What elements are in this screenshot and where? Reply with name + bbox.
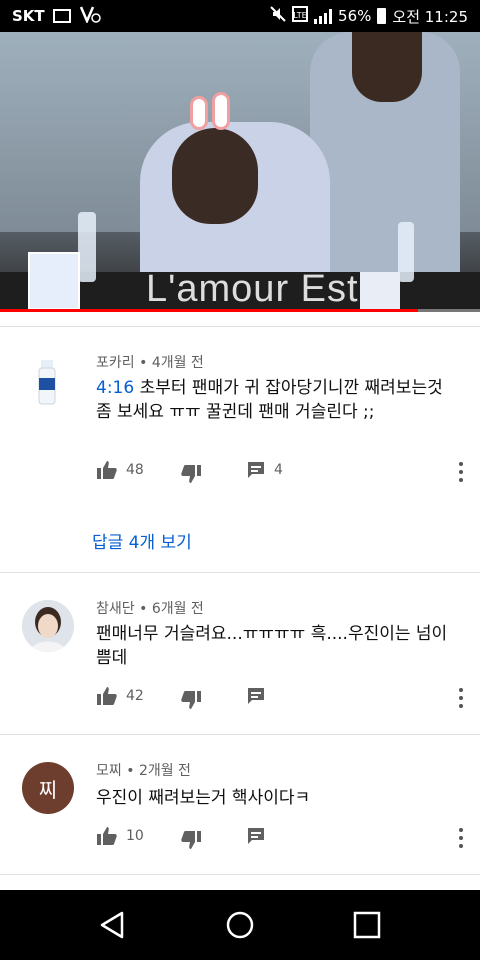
thumbs-up-icon [97, 827, 117, 845]
thumbs-up-icon [97, 687, 117, 705]
comment-meta: 참새단 • 6개월 전 [96, 601, 204, 617]
like-button[interactable]: 48 [96, 460, 144, 480]
gallery-icon [52, 9, 71, 23]
comment-age: 4개월 전 [151, 355, 204, 371]
dislike-button[interactable] [180, 464, 202, 484]
comment-text: 팬매너무 거슬려요...ㅠㅠㅠㅠ 흑....우진이는 넘이쁨데 [96, 624, 448, 668]
comment-author[interactable]: 참새단 [96, 601, 135, 617]
thumbs-up-icon [97, 461, 117, 479]
reply-button[interactable]: 4 [246, 460, 283, 480]
signal-icon [314, 8, 333, 24]
comment-item: 포카리 • 4개월 전 4:16 초부터 팬매가 귀 잡아당기니깐 째려보는것좀… [0, 326, 480, 572]
reply-button[interactable] [246, 826, 266, 846]
like-button[interactable]: 42 [96, 686, 144, 706]
comment-meta: 포카리 • 4개월 전 [96, 355, 204, 371]
divider [0, 874, 480, 875]
carrier-label: SKT [12, 7, 45, 25]
bunny-ear-left [190, 96, 208, 130]
comment-meta: 모찌 • 2개월 전 [96, 763, 191, 779]
video-progress-bar[interactable] [0, 309, 480, 312]
comment-body: 초부터 팬매가 귀 잡아당기니깐 째려보는것좀 보세요 ㅠㅠ 꿀귄데 팬매 거슬… [96, 378, 443, 422]
profile-photo-avatar[interactable] [22, 600, 74, 652]
tissue-box [360, 272, 400, 310]
like-button[interactable]: 10 [96, 826, 144, 846]
thumbs-down-icon [181, 691, 201, 709]
v-logo-icon [79, 5, 101, 27]
comment-actions: 10 [96, 826, 480, 856]
video-overlay-text: L'amour Est [146, 268, 359, 310]
recent-apps-icon[interactable] [350, 908, 384, 942]
comment-text: 우진이 째려보는거 핵사이다ㅋ [96, 788, 311, 808]
dislike-button[interactable] [180, 690, 202, 710]
reply-icon [248, 688, 264, 704]
battery-icon [377, 8, 387, 24]
lte-icon: LTE [292, 6, 309, 26]
svg-text:LTE: LTE [293, 11, 306, 20]
more-options-icon[interactable] [458, 688, 464, 710]
thumbs-down-icon [181, 831, 201, 849]
reply-button[interactable] [246, 686, 266, 706]
comment-author[interactable]: 모찌 [96, 763, 122, 779]
comment-author[interactable]: 포카리 [96, 355, 135, 371]
comment-actions: 48 4 [96, 460, 480, 490]
more-options-icon[interactable] [458, 462, 464, 484]
back-icon[interactable] [96, 908, 130, 942]
home-icon[interactable] [223, 908, 257, 942]
comment-text: 4:16 초부터 팬매가 귀 잡아당기니깐 째려보는것좀 보세요 ㅠㅠ 꿀귄데 … [96, 376, 456, 424]
avatar-letter: 찌 [38, 777, 58, 802]
battery-percent: 56% [338, 7, 372, 25]
thumbs-down-icon [181, 465, 201, 483]
more-options-icon[interactable] [458, 828, 464, 850]
timestamp-link[interactable]: 4:16 [96, 378, 134, 398]
reply-icon [248, 462, 264, 478]
reply-count: 4 [274, 462, 283, 478]
video-progress-fill [0, 309, 418, 312]
clock: 오전 11:25 [392, 7, 468, 26]
comment-actions: 42 [96, 686, 480, 716]
water-bottle [78, 212, 96, 282]
like-count: 42 [126, 688, 144, 704]
like-count: 48 [126, 462, 144, 478]
mute-icon [270, 6, 286, 26]
photo-card [28, 252, 80, 310]
comment-age: 6개월 전 [151, 601, 204, 617]
water-bottle [398, 222, 414, 282]
comment-item: 참새단 • 6개월 전 팬매너무 거슬려요...ㅠㅠㅠㅠ 흑....우진이는 넘… [0, 572, 480, 734]
video-person-head [352, 32, 422, 102]
status-bar: SKT LTE 56% 오전 11:25 [0, 0, 480, 32]
dislike-button[interactable] [180, 830, 202, 850]
video-player[interactable]: L'amour Est [0, 32, 480, 312]
view-replies-link[interactable]: 답글 4개 보기 [92, 528, 192, 553]
bunny-ear-right [212, 92, 230, 130]
pocari-bottle-icon[interactable] [22, 356, 74, 408]
reply-icon [248, 828, 264, 844]
comment-item: 찌 모찌 • 2개월 전 우진이 째려보는거 핵사이다ㅋ 10 [0, 734, 480, 874]
comment-age: 2개월 전 [138, 763, 191, 779]
system-navigation-bar [0, 890, 480, 960]
like-count: 10 [126, 828, 144, 844]
video-person-head-seated [172, 128, 258, 224]
letter-avatar[interactable]: 찌 [22, 762, 74, 814]
